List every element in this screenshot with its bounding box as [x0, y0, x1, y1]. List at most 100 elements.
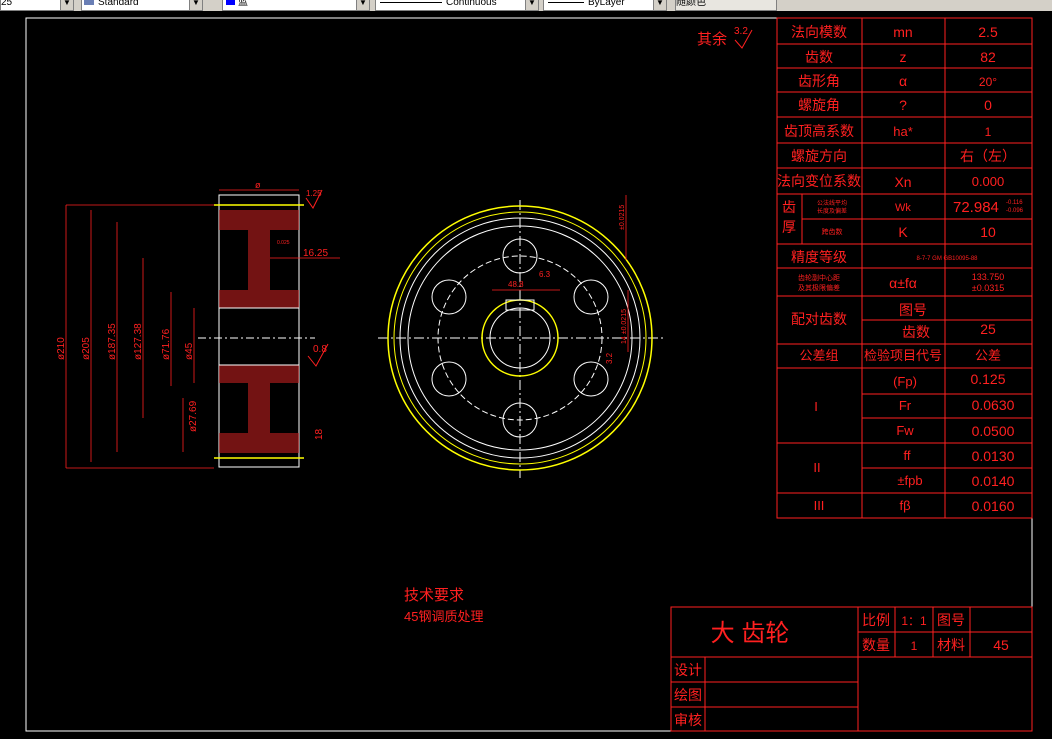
lineweight-dropdown[interactable]: ByLayer ▼: [543, 0, 667, 11]
design-label: 设计: [674, 662, 702, 678]
dim-d45: ø45: [184, 342, 195, 360]
param-symbol: Xn: [894, 174, 911, 190]
web-hatch-top: [248, 230, 270, 290]
keyway-width: 6.3: [539, 270, 551, 279]
param-symbol: z: [900, 49, 907, 65]
k-symbol: K: [898, 224, 908, 240]
drawing-canvas[interactable]: 其余 3.2 ø210 ø205 ø187.35 ø127.38 ø71.76 …: [0, 11, 1052, 739]
web-hatch-bottom: [248, 383, 270, 433]
params-table-grid: [776, 17, 1033, 519]
tol-header-tol: 公差: [975, 348, 1001, 363]
wk-label-1: 公法线平均: [817, 199, 847, 207]
tol-value: 0.0500: [972, 423, 1015, 439]
mate-label: 配对齿数: [791, 311, 847, 327]
roughness-note: 其余: [697, 30, 727, 48]
dim-d71: ø71.76: [161, 328, 172, 360]
mate-teeth: 齿数: [902, 324, 930, 340]
dim-d187: ø187.35: [107, 323, 118, 360]
params-table: 法向模数 mn 2.5 齿数 z 82 齿形角 α 20° 螺旋角 ? 0 齿顶…: [777, 24, 1024, 514]
tol-value: 0.0160: [972, 498, 1015, 514]
wk-tol-lower: -0.096: [1006, 208, 1024, 214]
tol-group: III: [814, 498, 825, 513]
tol-header-item: 检验项目代号: [864, 348, 942, 363]
tol-value: 0.125: [970, 371, 1005, 387]
hub-hatch-bottom: [219, 365, 299, 383]
param-value: 0: [984, 97, 992, 113]
tol-code: Fr: [899, 398, 912, 413]
param-value: 2.5: [978, 24, 998, 40]
chevron-down-icon: ▼: [189, 0, 202, 10]
k-label: 跨齿数: [822, 227, 843, 236]
plot-style-dropdown[interactable]: 随颜色: [675, 0, 777, 11]
plot-style-value: 随颜色: [676, 0, 706, 8]
tol-group: II: [813, 460, 820, 475]
material-label: 材料: [937, 637, 965, 653]
k-value: 10: [980, 224, 996, 240]
param-name: 齿数: [805, 49, 833, 65]
dim-d210: ø210: [56, 337, 67, 360]
linetype-preview-icon: [380, 1, 442, 3]
center-label-2: 及其极限偏差: [798, 283, 840, 292]
lightening-hole: [573, 361, 609, 397]
center-value-1: 133.750: [972, 272, 1005, 282]
center-symbol: α±fα: [889, 275, 917, 291]
param-value: 右（左）: [960, 148, 1016, 164]
part-name: 大 齿轮: [711, 620, 790, 647]
tol-code: ±fpb: [897, 473, 922, 488]
chevron-down-icon: ▼: [60, 0, 73, 10]
wk-tol-upper: -0.116: [1006, 200, 1023, 206]
side-view: ø210 ø205 ø187.35 ø127.38 ø71.76 ø45 ø27…: [56, 180, 340, 469]
keyway-depth: 48.8: [508, 280, 524, 289]
dim-scale-dropdown[interactable]: 25 ▼: [0, 0, 74, 11]
wk-value: 72.984: [953, 199, 999, 216]
thickness-label-1: 齿: [782, 199, 796, 215]
tol-right: 14 ±0.0215: [621, 309, 628, 344]
tol-value: 0.0140: [972, 473, 1015, 489]
tol-group: I: [814, 399, 818, 414]
param-name: 螺旋方向: [791, 148, 847, 164]
draw-label: 绘图: [674, 687, 702, 703]
roughness-value: 3.2: [734, 26, 748, 37]
center-label-1: 齿轮副中心距: [798, 273, 840, 282]
dim-d127: ø127.38: [133, 323, 144, 360]
qty-label: 数量: [862, 637, 890, 653]
lightening-hole: [431, 361, 467, 397]
text-style-icon: [84, 0, 94, 5]
dim-d205: ø205: [81, 337, 92, 360]
wk-label-2: 长度及偏差: [817, 207, 847, 215]
param-symbol: ?: [899, 97, 907, 113]
drawing-no-label: 图号: [937, 612, 965, 628]
dim-d27: ø27.69: [188, 400, 199, 432]
review-label: 审核: [674, 712, 702, 728]
tol-header-group: 公差组: [799, 348, 838, 363]
dim-1625: 16.25: [303, 248, 328, 259]
mate-teeth-value: 25: [980, 321, 996, 337]
mate-drawing-no: 图号: [899, 302, 927, 318]
wk-symbol: Wk: [895, 202, 911, 214]
qty-value: 1: [911, 639, 918, 653]
title-block: 大 齿轮 比例 1：1 图号 数量 1 材料 45 设计 绘图 审核: [674, 612, 1009, 728]
tol-value: 0.0130: [972, 448, 1015, 464]
dim-scale-value: 25: [1, 0, 13, 8]
color-dropdown[interactable]: 蓝 ▼: [222, 0, 370, 11]
precision-label: 精度等级: [791, 249, 847, 265]
chevron-down-icon: ▼: [356, 0, 369, 10]
center-value-2: ±0.0315: [972, 283, 1004, 293]
tol-code: ff: [904, 448, 911, 463]
precision-value: 8-7-7 GM GB10095-88: [916, 256, 978, 262]
lineweight-preview-icon: [548, 1, 584, 3]
param-name: 齿顶高系数: [784, 123, 854, 139]
linetype-dropdown[interactable]: Continuous ▼: [375, 0, 539, 11]
param-symbol: α: [899, 73, 907, 89]
text-style-dropdown[interactable]: Standard ▼: [81, 0, 203, 11]
rough-32: 3.2: [605, 352, 614, 364]
linetype-value: Continuous: [446, 0, 497, 8]
param-value: 0.000: [972, 174, 1005, 189]
param-value: 82: [980, 49, 996, 65]
cad-drawing: 其余 3.2 ø210 ø205 ø187.35 ø127.38 ø71.76 …: [25, 17, 1033, 732]
param-value: 20°: [979, 75, 997, 89]
tol-code: Fw: [896, 423, 914, 438]
param-symbol: ha*: [893, 124, 913, 139]
tech-req-text: 45钢调质处理: [404, 609, 483, 624]
scale-label: 比例: [862, 612, 890, 628]
